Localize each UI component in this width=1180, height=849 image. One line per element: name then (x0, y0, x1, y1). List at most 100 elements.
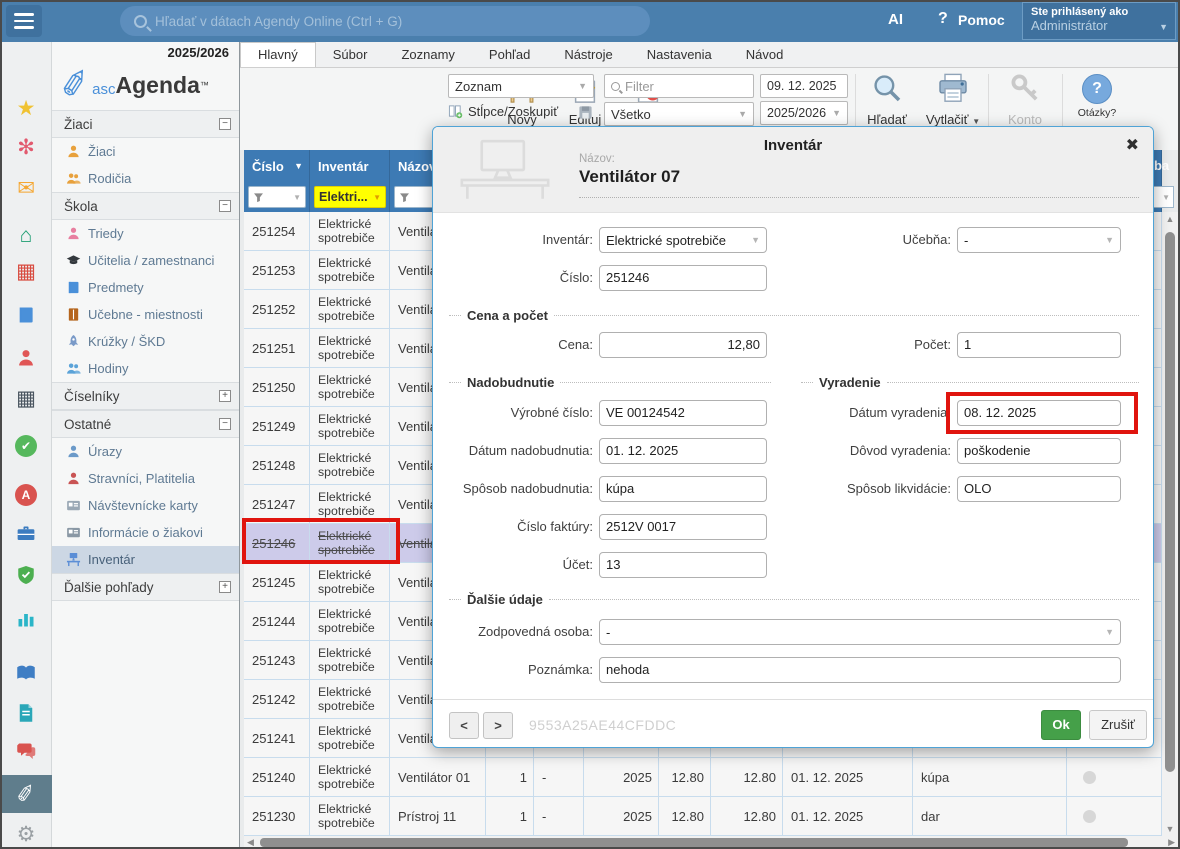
mail-icon[interactable]: ✉ (0, 175, 52, 201)
questions-button[interactable]: ? Otázky? (1068, 74, 1126, 119)
collapse-icon[interactable]: − (219, 418, 231, 430)
pocet-input[interactable]: 1 (957, 332, 1121, 358)
sidebar-item-invent-r[interactable]: Inventár (52, 546, 239, 573)
cena-input[interactable]: 12,80 (599, 332, 767, 358)
nav-section--kola[interactable]: Škola− (52, 192, 239, 220)
sposob-likvidacie-input[interactable]: OLO (957, 476, 1121, 502)
table-row-251230[interactable]: 251230Elektrické spotrebičePrístroj 111-… (244, 797, 1162, 836)
columns-group-button[interactable]: Stĺpce/Zoskupiť (448, 104, 558, 119)
cancel-button[interactable]: Zrušiť (1089, 710, 1147, 740)
check-circle-icon[interactable]: ✔ (0, 433, 52, 459)
search-icon (611, 82, 620, 91)
nav-section--seln-ky[interactable]: Číselníky+ (52, 382, 239, 410)
datum-vyradenia-input[interactable]: 08. 12. 2025 (957, 400, 1121, 426)
sposob-nadobudnutia-input[interactable]: kúpa (599, 476, 767, 502)
column-header-invent-r[interactable]: Inventár (310, 150, 390, 182)
vertical-scrollbar-thumb[interactable] (1165, 232, 1175, 772)
notebook-icon[interactable] (0, 302, 52, 328)
menu-tab-hlavn-[interactable]: Hlavný (240, 42, 316, 67)
sidebar-item-triedy[interactable]: Triedy (52, 220, 239, 247)
filter-input[interactable]: Filter (604, 74, 754, 98)
column-header--slo[interactable]: Číslo▼ (244, 150, 310, 182)
horizontal-scrollbar[interactable]: ◀ ▶ (244, 836, 1178, 849)
document-icon[interactable] (0, 700, 52, 726)
global-search-input[interactable]: Hľadať v dátach Agendy Online (Ctrl + G) (120, 6, 650, 36)
ok-button[interactable]: Ok (1041, 710, 1081, 740)
open-book-icon[interactable] (0, 660, 52, 686)
zodpovedna-osoba-select[interactable]: -▼ (599, 619, 1121, 645)
sidebar-item-u-ebne-miestnosti[interactable]: Učebne - miestnosti (52, 301, 239, 328)
column-filter-button[interactable]: ▼ (248, 186, 306, 208)
planner-icon[interactable]: ▦ (0, 385, 52, 411)
vertical-scrollbar[interactable]: ▲ ▼ (1162, 212, 1178, 836)
expand-icon[interactable]: + (219, 581, 231, 593)
magic-wand-icon[interactable]: ✻ (0, 134, 52, 160)
menu-tab-n-vod[interactable]: Návod (729, 42, 801, 67)
vyrobne-cislo-input[interactable]: VE 00124542 (599, 400, 767, 426)
sidebar-item--iaci[interactable]: Žiaci (52, 138, 239, 165)
print-button[interactable]: Vytlačiť ▼ (920, 72, 986, 127)
inventar-filter-active[interactable]: Elektri...▼ (314, 186, 386, 208)
settings-gear-icon[interactable]: ⚙ (0, 821, 52, 847)
sidebar-item-predmety[interactable]: Predmety (52, 274, 239, 301)
menu-tab-s-bor[interactable]: Súbor (316, 42, 385, 67)
sidebar-item-n-v-tevn-cke-karty[interactable]: Návštevnícke karty (52, 492, 239, 519)
search-button[interactable]: Hľadať (858, 72, 916, 127)
table-row-251240[interactable]: 251240Elektrické spotrebičeVentilátor 01… (244, 758, 1162, 797)
person-icon[interactable] (0, 345, 52, 371)
collapse-icon[interactable]: − (219, 118, 231, 130)
ucet-input[interactable]: 13 (599, 552, 767, 578)
expand-icon[interactable]: + (219, 390, 231, 402)
close-icon[interactable]: ✖ (1126, 135, 1139, 155)
ai-button[interactable]: AI (888, 11, 903, 28)
cislo-faktury-input[interactable]: 2512V 0017 (599, 514, 767, 540)
prev-record-button[interactable]: < (449, 712, 479, 739)
next-record-button[interactable]: > (483, 712, 513, 739)
menu-tab-zoznamy[interactable]: Zoznamy (384, 42, 471, 67)
ucebna-select[interactable]: -▼ (957, 227, 1121, 253)
user-menu[interactable]: Ste prihlásený ako Administrátor ▼ (1022, 2, 1176, 40)
bar-chart-icon[interactable] (0, 606, 52, 632)
sidebar-item-rodi-ia[interactable]: Rodičia (52, 165, 239, 192)
chat-icon[interactable] (0, 738, 52, 764)
collapse-icon[interactable]: − (219, 200, 231, 212)
school-year-select[interactable]: 2025/2026 ▼ (760, 101, 848, 125)
briefcase-icon[interactable] (0, 520, 52, 546)
grades-icon[interactable]: A (0, 482, 52, 508)
scroll-down-icon[interactable]: ▼ (1162, 824, 1178, 834)
horizontal-scrollbar-thumb[interactable] (260, 838, 1128, 847)
sidebar-item-kr-ky-kd[interactable]: Krúžky / ŠKD (52, 328, 239, 355)
nav-section--iaci[interactable]: Žiaci− (52, 110, 239, 138)
sidebar-item-hodiny[interactable]: Hodiny (52, 355, 239, 382)
hamburger-menu-icon[interactable] (6, 5, 42, 37)
datum-nadobudnutia-input[interactable]: 01. 12. 2025 (599, 438, 767, 464)
inventar-select[interactable]: Elektrické spotrebiče▼ (599, 227, 767, 253)
shield-check-icon[interactable] (0, 562, 52, 588)
calendar-icon[interactable]: ▦ (0, 258, 52, 284)
agenda-pencil-icon[interactable]: ✐ (0, 775, 52, 813)
menu-tab-poh-ad[interactable]: Pohľad (472, 42, 547, 67)
save-layout-icon[interactable] (578, 105, 593, 120)
poznamka-input[interactable]: nehoda (599, 657, 1121, 683)
nav-section--al-ie-poh-ady[interactable]: Ďalšie pohľady+ (52, 573, 239, 601)
date-field[interactable]: 09. 12. 2025 (760, 74, 848, 98)
home-icon[interactable]: ⌂ (0, 222, 52, 248)
sidebar-item-u-itelia-zamestnanci[interactable]: Učitelia / zamestnanci (52, 247, 239, 274)
list-view-select[interactable]: Zoznam ▼ (448, 74, 594, 98)
account-button[interactable]: Konto (996, 72, 1054, 127)
favorites-star-icon[interactable]: ★ (0, 95, 52, 121)
help-button[interactable]: Pomoc (958, 12, 1005, 28)
nav-section-ostatn-[interactable]: Ostatné− (52, 410, 239, 438)
menu-tab-n-stroje[interactable]: Nástroje (547, 42, 629, 67)
cislo-input[interactable]: 251246 (599, 265, 767, 291)
sidebar-item-stravn-ci-platitelia[interactable]: Stravníci, Platitelia (52, 465, 239, 492)
sidebar-item-inform-cie-o-iakovi[interactable]: Informácie o žiakovi (52, 519, 239, 546)
sidebar-item--razy[interactable]: Úrazy (52, 438, 239, 465)
dovod-vyradenia-input[interactable]: poškodenie (957, 438, 1121, 464)
menu-tab-nastavenia[interactable]: Nastavenia (630, 42, 729, 67)
scope-select[interactable]: Všetko ▼ (604, 102, 754, 126)
scroll-right-icon[interactable]: ▶ (1168, 836, 1175, 849)
cell: Elektrické spotrebiče (310, 446, 390, 484)
scroll-left-icon[interactable]: ◀ (247, 836, 254, 849)
scroll-up-icon[interactable]: ▲ (1162, 214, 1178, 224)
